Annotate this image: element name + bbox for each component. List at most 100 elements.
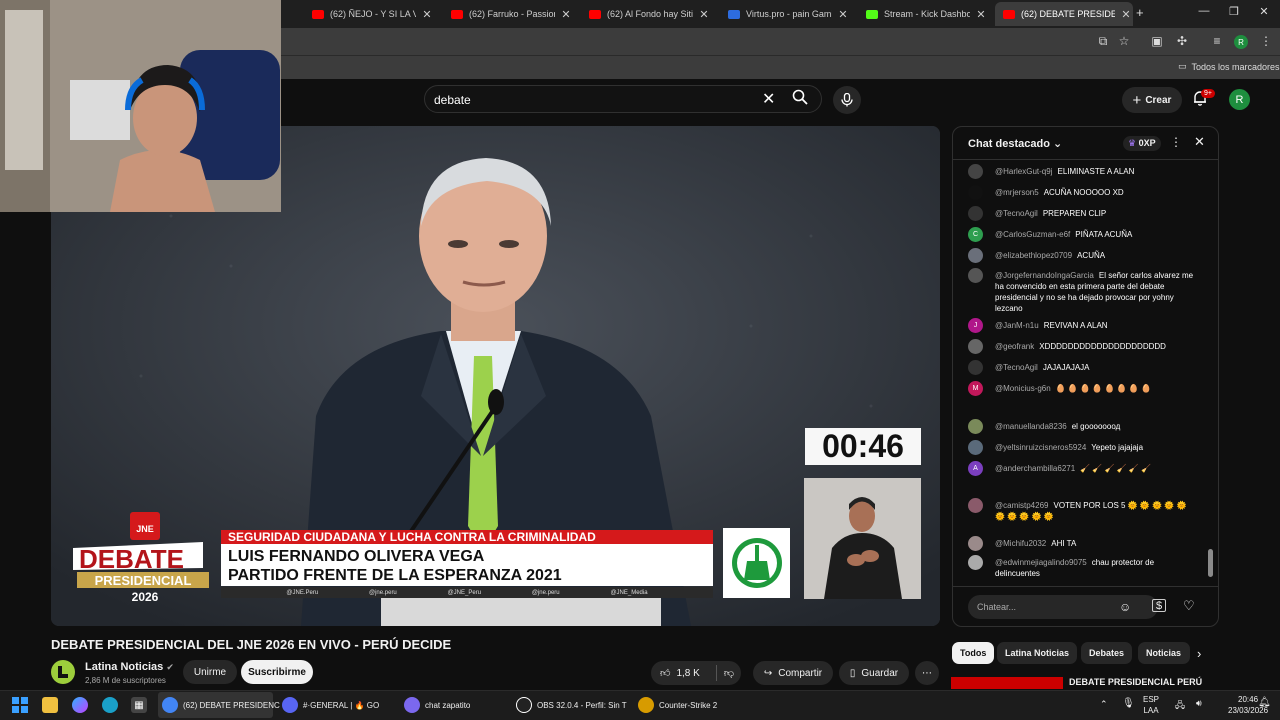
chat-message[interactable]: @TecnoAgil PREPAREN CLIP xyxy=(968,206,1198,221)
chat-message[interactable]: A @anderchambilla6271 🧹 🧹 🧹 🧹 🧹 🧹 xyxy=(968,461,1198,476)
tray-mic-icon[interactable]: 🎙︎ xyxy=(1122,698,1135,709)
file-explorer-button[interactable] xyxy=(42,694,58,716)
language-indicator[interactable]: ESP LAA xyxy=(1143,694,1159,716)
chat-author[interactable]: @JanM-n1u xyxy=(995,321,1039,330)
chat-author-avatar[interactable] xyxy=(968,164,983,179)
taskbar-app[interactable]: chat zapatito xyxy=(404,694,470,716)
browser-tab[interactable]: Stream - Kick Dashboard ✕ xyxy=(858,2,988,26)
store-button[interactable]: ▦ xyxy=(131,694,147,716)
close-window-icon[interactable]: ✕ xyxy=(1254,5,1274,18)
filter-chip[interactable]: Debates xyxy=(1081,642,1133,664)
search-icon[interactable] xyxy=(792,89,808,109)
chat-author[interactable]: @Michifu2032 xyxy=(995,539,1046,548)
chat-author-avatar[interactable]: J xyxy=(968,318,983,333)
extension-icon[interactable]: ▣ xyxy=(1149,34,1165,48)
bookmark-star-icon[interactable]: ☆ xyxy=(1116,34,1132,48)
browser-tab[interactable]: (62) DEBATE PRESIDE ✕ xyxy=(995,2,1133,26)
create-button[interactable]: + Crear xyxy=(1122,87,1182,113)
chat-message[interactable]: @TecnoAgil JAJAJAJAJA xyxy=(968,360,1198,375)
taskbar-app[interactable]: (62) DEBATE PRESIDENC xyxy=(162,694,280,716)
subscribe-button[interactable]: Suscribirme xyxy=(241,660,313,684)
chat-message[interactable]: @HarlexGut-q9j ELIMINASTE A ALAN xyxy=(968,164,1198,179)
tab-close-icon[interactable]: ✕ xyxy=(1119,8,1133,21)
volume-icon[interactable]: 🔊︎ xyxy=(1196,698,1202,709)
chat-author[interactable]: @CarlosGuzman-e6f xyxy=(995,230,1070,239)
tab-close-icon[interactable]: ✕ xyxy=(559,8,573,21)
filter-chip[interactable]: Noticias xyxy=(1138,642,1190,664)
media-icon[interactable]: ≡ xyxy=(1209,34,1225,48)
chat-author[interactable]: @Monicius-g6n xyxy=(995,384,1051,393)
tab-close-partial[interactable]: ✕ xyxy=(284,2,298,26)
chat-author-avatar[interactable] xyxy=(968,419,983,434)
install-icon[interactable]: ⧉ xyxy=(1095,34,1111,49)
chat-message[interactable]: @JorgefernandoIngaGarcia El señor carlos … xyxy=(968,268,1198,314)
chat-author-avatar[interactable] xyxy=(968,339,983,354)
start-button[interactable] xyxy=(12,694,28,716)
recommendation-thumbnail[interactable] xyxy=(951,677,1063,689)
chat-message[interactable]: @camistp4269 VOTEN POR LOS 5 🌞 🌞 🌞 🌞 🌞 🌞 … xyxy=(968,498,1198,522)
filter-chip[interactable]: Todos xyxy=(952,642,995,664)
emoji-icon[interactable]: ☺ xyxy=(1119,600,1131,614)
chat-message[interactable]: @yeltsinruizcisneros5924 Yepeto jajajaja xyxy=(968,440,1198,455)
chat-author[interactable]: @geofrank xyxy=(995,342,1034,351)
share-button[interactable]: ↪ Compartir xyxy=(753,661,833,685)
account-avatar[interactable]: R xyxy=(1229,89,1250,110)
voice-search-button[interactable] xyxy=(833,86,861,114)
chat-author-avatar[interactable] xyxy=(968,440,983,455)
maximize-icon[interactable]: ❐ xyxy=(1224,5,1244,18)
chat-author[interactable]: @JorgefernandoIngaGarcia xyxy=(995,271,1094,280)
browser-profile-avatar[interactable]: R xyxy=(1234,35,1248,49)
taskbar-app[interactable]: #·GENERAL | 🔥 GO xyxy=(282,694,379,716)
super-chat-icon[interactable]: $ xyxy=(1152,599,1166,612)
chat-author[interactable]: @TecnoAgil xyxy=(995,209,1038,218)
tab-close-icon[interactable]: ✕ xyxy=(836,8,850,21)
chat-author-avatar[interactable]: A xyxy=(968,461,983,476)
chat-author-avatar[interactable] xyxy=(968,268,983,283)
chat-message[interactable]: @Michifu2032 AHI TA xyxy=(968,536,1198,551)
chat-points-badge[interactable]: ♛ 0XP xyxy=(1123,136,1161,151)
taskbar-app[interactable]: Counter-Strike 2 xyxy=(638,694,717,716)
menu-dots-icon[interactable]: ⋮ xyxy=(1258,34,1274,48)
chat-menu-icon[interactable]: ⋮ xyxy=(1170,135,1182,149)
chat-message[interactable]: J @JanM-n1u REVIVAN A ALAN xyxy=(968,318,1198,333)
chat-author[interactable]: @anderchambilla6271 xyxy=(995,464,1075,473)
clear-search-icon[interactable]: ✕ xyxy=(762,89,775,109)
minimize-icon[interactable]: — xyxy=(1194,5,1214,17)
channel-avatar[interactable] xyxy=(51,660,75,684)
copilot-button[interactable] xyxy=(72,694,88,716)
taskbar-app[interactable]: OBS 32.0.4 - Perfil: Sin T xyxy=(516,694,627,716)
chat-message[interactable]: @edwinmejiagalindo9075 chau protector de … xyxy=(968,555,1198,579)
chat-author[interactable]: @edwinmejiagalindo9075 xyxy=(995,558,1087,567)
chat-author-avatar[interactable] xyxy=(968,555,983,570)
chat-author-avatar[interactable] xyxy=(968,536,983,551)
chat-author-avatar[interactable] xyxy=(968,206,983,221)
chat-author[interactable]: @manuellanda8236 xyxy=(995,422,1067,431)
join-button[interactable]: Unirme xyxy=(183,660,237,684)
chat-author[interactable]: @TecnoAgil xyxy=(995,363,1038,372)
chat-message[interactable]: C @CarlosGuzman-e6f PIÑATA ACUÑA xyxy=(968,227,1198,242)
browser-tab[interactable]: (62) Farruko - Passion Wi ✕ xyxy=(443,2,573,26)
tab-close-icon[interactable]: ✕ xyxy=(697,8,711,21)
chips-next-icon[interactable]: › xyxy=(1197,646,1201,661)
chat-message[interactable]: @elizabethlopez0709 ACUÑA xyxy=(968,248,1198,263)
channel-name[interactable]: Latina Noticias ✔ xyxy=(85,661,174,673)
browser-tab[interactable]: (62) Al Fondo hay Sitio 8 ✕ xyxy=(581,2,711,26)
chat-author[interactable]: @elizabethlopez0709 xyxy=(995,251,1072,260)
dislike-button[interactable]: 👎︎ xyxy=(717,661,741,685)
chat-close-icon[interactable]: ✕ xyxy=(1194,134,1205,150)
save-button[interactable]: ▯ Guardar xyxy=(839,661,909,685)
chat-author[interactable]: @mrjerson5 xyxy=(995,188,1039,197)
tab-close-icon[interactable]: ✕ xyxy=(420,8,434,21)
chat-author-avatar[interactable] xyxy=(968,498,983,513)
chat-message[interactable]: M @Monicius-g6n 🥚 🥚 🥚 🥚 🥚 🥚 🥚 🥚 xyxy=(968,381,1198,396)
tab-close-icon[interactable]: ✕ xyxy=(974,8,988,21)
chat-author-avatar[interactable] xyxy=(968,248,983,263)
notification-center-icon[interactable]: 🔔︎ xyxy=(1258,697,1271,708)
puzzle-icon[interactable]: ✣ xyxy=(1174,34,1190,48)
browser-tab[interactable]: Virtus.pro - pain Gaming ✕ xyxy=(720,2,850,26)
chat-author-avatar[interactable]: M xyxy=(968,381,983,396)
chat-author-avatar[interactable]: C xyxy=(968,227,983,242)
all-bookmarks-button[interactable]: ▭ Todos los marcadores xyxy=(1178,61,1280,72)
heart-icon[interactable]: ♡ xyxy=(1183,598,1195,614)
chat-message[interactable]: @mrjerson5 ACUÑA NOOOOO XD xyxy=(968,185,1198,200)
